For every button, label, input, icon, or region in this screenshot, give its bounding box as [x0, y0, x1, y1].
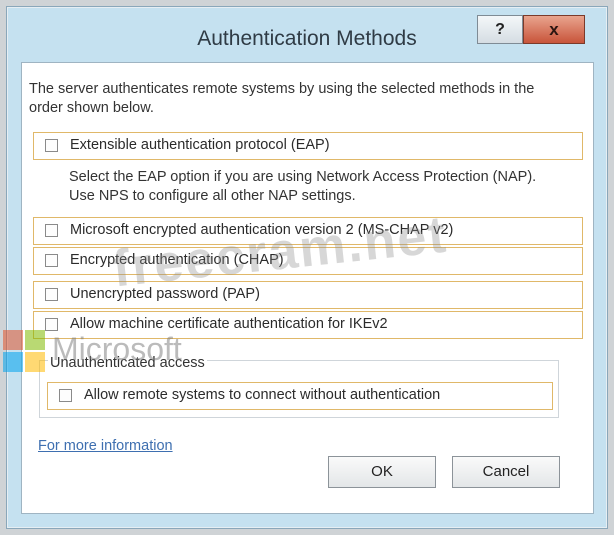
title-bar[interactable]: Authentication Methods ? x — [7, 7, 607, 57]
pap-checkbox[interactable] — [45, 288, 58, 301]
close-button[interactable]: x — [523, 15, 585, 44]
chap-checkbox[interactable] — [45, 254, 58, 267]
ikev2-label: Allow machine certificate authentication… — [70, 316, 388, 332]
unauthenticated-checkbox[interactable] — [59, 389, 72, 402]
help-button[interactable]: ? — [477, 15, 523, 44]
unauthenticated-label: Allow remote systems to connect without … — [84, 387, 441, 403]
more-information-link[interactable]: For more information — [38, 438, 173, 454]
eap-checkbox[interactable] — [45, 139, 58, 152]
eap-option-row[interactable]: Extensible authentication protocol (EAP) — [33, 132, 583, 160]
ok-button[interactable]: OK — [328, 456, 436, 488]
microsoft-logo-icon — [3, 330, 47, 374]
microsoft-watermark: Microsoft — [52, 331, 182, 367]
mschapv2-checkbox[interactable] — [45, 224, 58, 237]
intro-text: The server authenticates remote systems … — [29, 81, 535, 116]
eap-label: Extensible authentication protocol (EAP) — [70, 137, 330, 153]
cancel-button[interactable]: Cancel — [452, 456, 560, 488]
unauthenticated-option-row[interactable]: Allow remote systems to connect without … — [47, 382, 553, 410]
eap-note: Select the EAP option if you are using N… — [69, 169, 537, 204]
